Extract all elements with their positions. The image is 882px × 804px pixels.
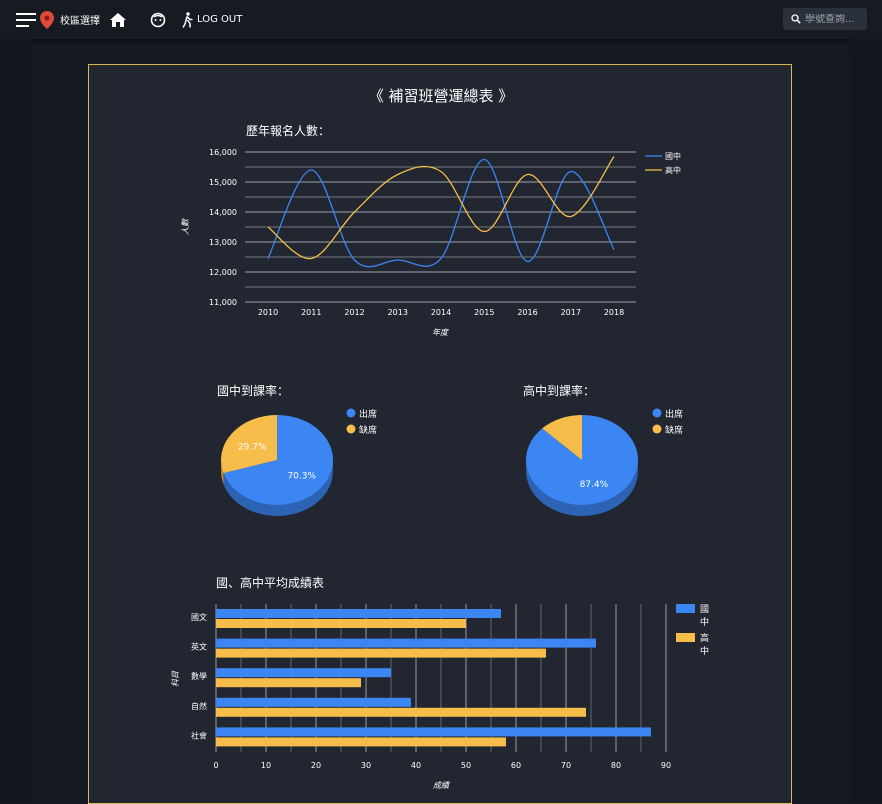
- line-ytick-label: 12,000: [209, 268, 237, 277]
- line-xtick-label: 2013: [388, 308, 408, 317]
- bar-xtick-label: 80: [611, 761, 621, 770]
- bar-category-label: 英文: [191, 642, 207, 652]
- bar-y-axis-label: 科目: [171, 670, 180, 687]
- bar-xtick-label: 0: [213, 761, 218, 770]
- pie-value-label: 70.3%: [287, 472, 316, 482]
- pie-legend-label: 出席: [665, 408, 683, 420]
- line-ytick-label: 16,000: [209, 148, 237, 157]
- line-ytick-label: 15,000: [209, 178, 237, 187]
- bar-legend-label-char: 中: [700, 616, 709, 628]
- pie-legend-swatch: [652, 408, 662, 418]
- bar-xtick-label: 60: [511, 761, 521, 770]
- line-x-axis-label: 年度: [432, 328, 450, 337]
- bar-xtick-label: 70: [561, 761, 571, 770]
- bar-legend-label-char: 中: [700, 645, 709, 657]
- pie-legend-swatch: [346, 424, 356, 434]
- line-series-senior: [267, 156, 615, 260]
- line-y-axis-label: 人數: [181, 218, 190, 235]
- bar-junior: [216, 668, 391, 678]
- bar-junior: [216, 727, 651, 737]
- pie-legend-swatch: [652, 424, 662, 434]
- bar-xtick-label: 30: [361, 761, 371, 770]
- line-legend-label: 高中: [665, 165, 681, 175]
- bar-legend-swatch: [676, 604, 695, 613]
- line-ytick-label: 14,000: [209, 208, 237, 217]
- pie-legend-label: 出席: [359, 408, 377, 420]
- bar-xtick-label: 50: [461, 761, 471, 770]
- line-ytick-label: 11,000: [209, 298, 237, 307]
- bar-xtick-label: 90: [661, 761, 671, 770]
- line-xtick-label: 2018: [604, 308, 624, 317]
- pie-value-label: 87.4%: [580, 480, 609, 490]
- bar-senior: [216, 707, 586, 717]
- pie-legend-label: 缺席: [359, 424, 377, 436]
- bar-senior: [216, 678, 361, 688]
- pie-legend-swatch: [346, 408, 356, 418]
- line-xtick-label: 2017: [561, 308, 581, 317]
- bar-legend-label-char: 高: [700, 632, 709, 644]
- bar-category-label: 國文: [191, 612, 207, 622]
- bar-xtick-label: 10: [261, 761, 271, 770]
- bar-x-axis-label: 成績: [433, 781, 450, 790]
- line-xtick-label: 2014: [431, 308, 451, 317]
- line-xtick-label: 2010: [258, 308, 278, 317]
- bar-senior: [216, 648, 546, 658]
- line-xtick-label: 2012: [344, 308, 364, 317]
- bar-category-label: 社會: [191, 730, 207, 740]
- charts-canvas: 歷年報名人數： 11,000 12,000 13,000 14,000 15,000 16,…: [171, 123, 709, 790]
- line-chart-title: 歷年報名人數：: [246, 123, 330, 138]
- line-xtick-label: 2015: [474, 308, 494, 317]
- bar-senior: [216, 619, 466, 628]
- bar-legend-label-char: 國: [700, 604, 709, 615]
- bar-senior: [216, 737, 506, 747]
- bar-legend-swatch: [676, 633, 695, 642]
- line-xtick-label: 2016: [517, 308, 537, 317]
- pie-legend-label: 缺席: [665, 424, 683, 436]
- bar-junior: [216, 697, 411, 707]
- bar-xtick-label: 40: [411, 761, 421, 770]
- line-ytick-label: 13,000: [209, 238, 237, 247]
- bar-junior: [216, 609, 501, 618]
- bar-junior: [216, 638, 596, 648]
- bar-category-label: 自然: [191, 701, 207, 711]
- bar-xtick-label: 20: [311, 761, 321, 770]
- line-xtick-label: 2011: [301, 308, 321, 317]
- line-legend-label: 國中: [665, 151, 681, 161]
- pie-chart-title: 高中到課率：: [523, 383, 595, 398]
- bar-chart-title: 國、高中平均成績表: [216, 575, 324, 590]
- pie-value-label: 29.7%: [238, 442, 267, 452]
- bar-category-label: 數學: [191, 671, 207, 681]
- pie-chart-title: 國中到課率：: [217, 383, 289, 398]
